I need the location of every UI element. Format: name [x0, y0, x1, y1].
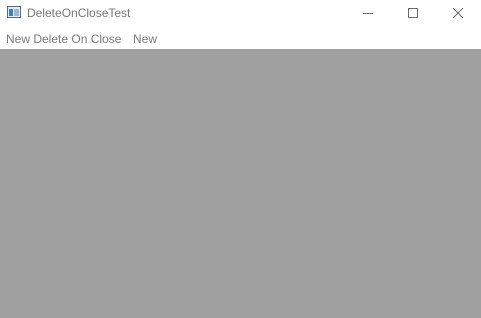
- minimize-button[interactable]: [346, 0, 391, 27]
- app-icon-pane-right: [14, 9, 19, 16]
- close-icon: [453, 8, 464, 19]
- app-window: DeleteOnCloseTest New Delete On Close Ne…: [0, 0, 481, 318]
- mdi-client-area[interactable]: [0, 49, 481, 318]
- menu-bar: New Delete On Close New: [0, 27, 481, 49]
- window-title: DeleteOnCloseTest: [27, 6, 131, 20]
- app-icon-pane-left: [9, 9, 13, 16]
- window-app-icon[interactable]: [7, 6, 21, 18]
- maximize-button[interactable]: [391, 0, 436, 27]
- menu-item-new-delete-on-close[interactable]: New Delete On Close: [6, 32, 121, 46]
- menu-item-new[interactable]: New: [133, 32, 157, 46]
- minimize-icon: [363, 13, 373, 14]
- close-button[interactable]: [436, 0, 481, 27]
- maximize-icon: [408, 8, 418, 18]
- title-bar[interactable]: DeleteOnCloseTest: [0, 0, 481, 27]
